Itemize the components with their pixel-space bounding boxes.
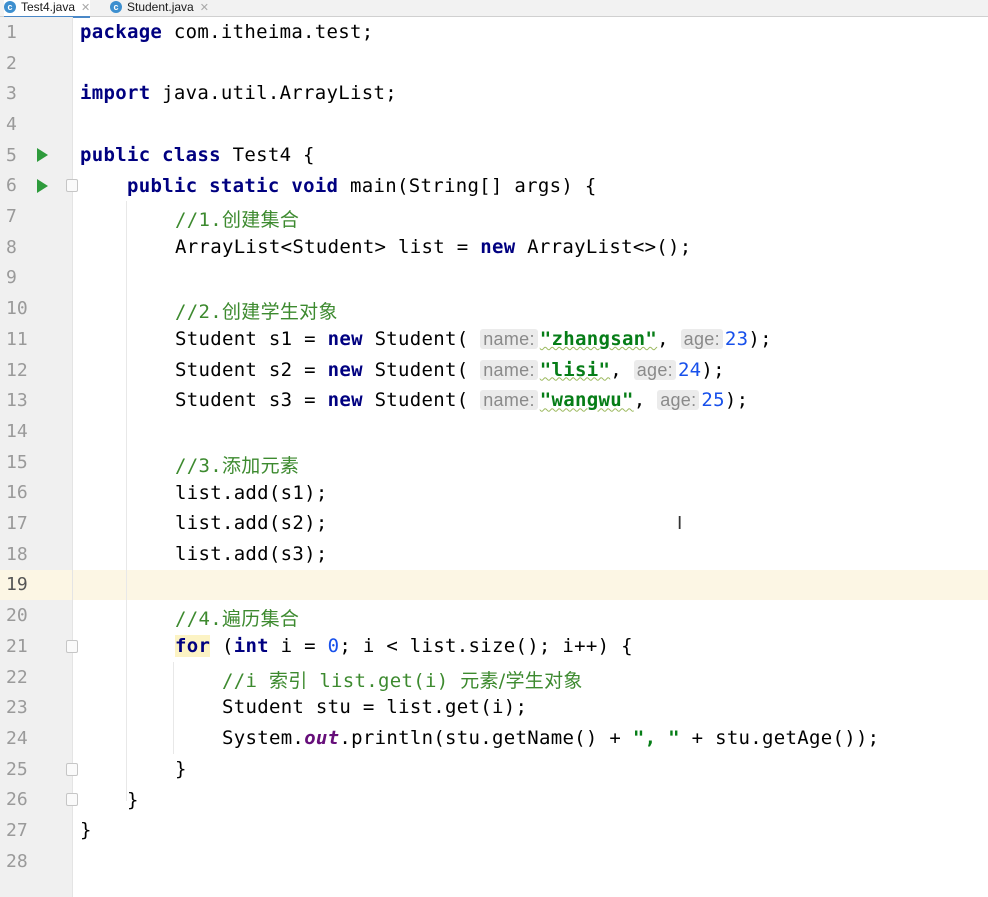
code-line-5: public class Test4 { (80, 143, 315, 166)
code-line-11: Student s1 = new Student( name: "zhangsan… (175, 328, 772, 350)
param-hint: name: (480, 329, 538, 349)
code-line-23: Student stu = list.get(i); (222, 696, 528, 719)
line-number: 12 (6, 359, 28, 381)
run-main-icon[interactable] (37, 178, 48, 193)
code-line-27: } (80, 819, 92, 842)
line-number: 16 (6, 482, 28, 504)
code-line-13: Student s3 = new Student( name: "wangwu",… (175, 389, 749, 412)
line-number: 6 (6, 175, 17, 197)
editor-tab-bar: c Test4.java ✕ c Student.java ✕ (0, 0, 988, 18)
line-number: 11 (6, 328, 28, 350)
tab-test4-java[interactable]: c Test4.java ✕ (4, 0, 91, 18)
line-number: 9 (6, 267, 17, 289)
line-number: 26 (6, 789, 28, 811)
code-line-25: } (175, 757, 187, 780)
code-line-1: package com.itheima.test; (80, 21, 374, 43)
tab-label: Student.java (127, 0, 194, 14)
indent-guide (126, 201, 127, 801)
code-line-16: list.add(s1); (175, 481, 328, 504)
mouse-ibeam-cursor: I (677, 513, 683, 534)
param-hint: age: (680, 329, 723, 349)
run-class-icon[interactable] (37, 148, 48, 163)
code-line-8: ArrayList<Student> list = new ArrayList<… (175, 235, 692, 258)
code-line-26: } (127, 788, 139, 811)
line-number: 10 (6, 298, 28, 320)
line-number: 21 (6, 635, 28, 657)
line-number-current: 19 (6, 574, 28, 596)
tab-label: Test4.java (21, 0, 76, 14)
code-line-20: //4.遍历集合 (175, 608, 300, 631)
code-line-21: for (int i = 0; i < list.size(); i++) { (175, 635, 633, 657)
line-number: 20 (6, 605, 28, 627)
code-line-12: Student s2 = new Student( name: "lisi", a… (175, 358, 725, 381)
code-line-17: list.add(s2); (175, 512, 328, 535)
param-hint: name: (480, 359, 538, 380)
line-number: 7 (6, 206, 17, 228)
code-line-3: import java.util.ArrayList; (80, 82, 397, 105)
line-number: 18 (6, 543, 28, 565)
line-number: 14 (6, 420, 28, 442)
line-number: 24 (6, 727, 28, 749)
line-number: 23 (6, 697, 28, 719)
line-number: 17 (6, 513, 28, 535)
line-number: 5 (6, 144, 17, 166)
line-number: 28 (6, 850, 28, 872)
line-number: 22 (6, 666, 28, 688)
param-hint: name: (480, 390, 538, 411)
line-number: 2 (6, 52, 17, 74)
close-icon[interactable]: ✕ (200, 1, 209, 14)
line-number: 3 (6, 83, 17, 105)
code-line-24: System.out.println(stu.getName() + ", " … (222, 727, 880, 750)
code-editor[interactable]: package com.itheima.test; import java.ut… (73, 17, 988, 897)
line-number: 4 (6, 113, 17, 135)
tab-student-java[interactable]: c Student.java ✕ (110, 0, 209, 16)
line-number: 25 (6, 758, 28, 780)
code-line-10: //2.创建学生对象 (175, 301, 338, 324)
line-number: 27 (6, 820, 28, 842)
code-line-18: list.add(s3); (175, 542, 328, 565)
line-number: 8 (6, 236, 17, 258)
line-number: 15 (6, 451, 28, 473)
param-hint: age: (633, 359, 676, 380)
line-number-gutter[interactable]: 1 2 3 4 5 6 7 8 9 10 11 12 13 14 15 16 1… (0, 17, 78, 897)
code-line-7: //1.创建集合 (175, 209, 300, 232)
current-line-highlight (73, 569, 988, 601)
line-number: 1 (6, 21, 17, 43)
code-line-15: //3.添加元素 (175, 454, 300, 477)
code-line-6: public static void main(String[] args) { (127, 174, 597, 197)
class-icon: c (110, 1, 122, 13)
indent-guide (173, 662, 174, 754)
code-line-22: //i 索引 list.get(i) 元素/学生对象 (222, 669, 583, 692)
param-hint: age: (657, 390, 700, 411)
class-icon: c (4, 1, 16, 13)
line-number: 13 (6, 390, 28, 412)
close-icon[interactable]: ✕ (81, 1, 90, 14)
